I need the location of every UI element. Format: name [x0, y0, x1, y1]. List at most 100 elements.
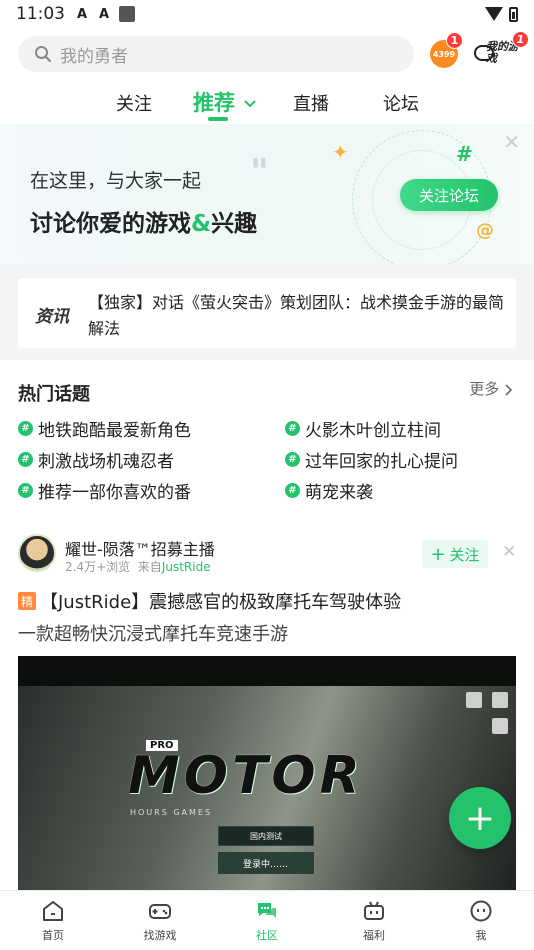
banner-line2-b: 兴趣 — [211, 211, 258, 237]
follow-author-button[interactable]: + 关注 — [422, 540, 488, 568]
hot-topic-item[interactable]: # 地铁跑酷最爱新角色 — [18, 416, 191, 441]
news-headline: 【独家】对话《萤火突击》策划团队：战术摸金手游的最简解法 — [88, 293, 505, 338]
post-views: 2.4万+浏览 — [65, 560, 131, 574]
tab-follow[interactable]: 关注 — [116, 90, 152, 116]
banner-line1: 在这里，与大家一起 — [30, 170, 202, 192]
app-notification-badge: 1 — [446, 32, 463, 49]
hot-topic-label: 过年回家的扎心提问 — [305, 452, 458, 472]
follow-label: 关注 — [449, 545, 480, 564]
post-video-thumbnail[interactable]: PRO MOTOR HOURS GAMES 国内测试 登录中…… — [18, 656, 516, 896]
news-tag: 资讯 — [35, 307, 69, 327]
post-title-text: 【JustRide】震撼感官的极致摩托车驾驶体验 — [40, 592, 402, 613]
at-decoration-icon: @ — [476, 220, 494, 241]
hot-topics-more-link[interactable]: 更多 — [469, 378, 514, 399]
chevron-down-icon — [244, 100, 257, 108]
nav-find-games[interactable]: 找游戏 — [125, 899, 195, 943]
quote-mark-decoration: " — [250, 152, 269, 193]
post-subtitle: 一款超畅快沉浸式摩托车竞速手游 — [18, 624, 288, 645]
banner-line2-a: 讨论你爱的游戏 — [30, 211, 191, 237]
nav-find-games-label: 找游戏 — [143, 929, 177, 942]
chevron-right-icon — [505, 383, 513, 396]
video-user-icon — [466, 692, 482, 708]
hot-topic-label: 火影木叶创立柱间 — [305, 421, 441, 441]
nav-welfare[interactable]: 福利 — [339, 899, 409, 943]
post-author-name[interactable]: 耀世-陨落™招募主播 — [65, 536, 215, 560]
hot-topic-label: 推荐一部你喜欢的番 — [38, 483, 191, 503]
bottom-nav: 首页 找游戏 社区 福利 我 — [0, 890, 534, 950]
post-dismiss-icon[interactable]: ✕ — [502, 542, 516, 562]
news-card[interactable]: 资讯 【独家】对话《萤火突击》策划团队：战术摸金手游的最简解法 — [18, 278, 516, 348]
nav-home[interactable]: 首页 — [18, 899, 88, 943]
notification-a2-icon: A — [98, 6, 110, 22]
create-post-button[interactable]: + — [449, 787, 511, 849]
hot-topic-label: 地铁跑酷最爱新角色 — [38, 421, 191, 441]
follow-forum-button[interactable]: 关注论坛 — [400, 179, 498, 211]
hot-topic-label: 刺激战场机魂忍者 — [38, 452, 174, 472]
nav-home-label: 首页 — [42, 929, 64, 942]
nav-community-label: 社区 — [256, 929, 278, 942]
app-logo-button[interactable]: 4399 1 — [430, 32, 463, 68]
hot-topic-item[interactable]: # 刺激战场机魂忍者 — [18, 447, 174, 472]
hot-topic-item[interactable]: # 萌宠来袭 — [285, 478, 373, 503]
community-icon — [258, 903, 276, 918]
my-games-badge: 1 — [512, 31, 529, 48]
video-login-box: 登录中…… — [218, 852, 314, 874]
status-bar: 11:03 A A — [0, 0, 534, 28]
tab-live[interactable]: 直播 — [293, 90, 329, 116]
gamepad-icon — [149, 904, 171, 919]
tab-forum[interactable]: 论坛 — [383, 90, 419, 116]
post-title[interactable]: 精 【JustRide】震撼感官的极致摩托车驾驶体验 — [18, 588, 401, 614]
nav-welfare-label: 福利 — [363, 929, 385, 942]
gamepad-decoration-icon: ✦ — [332, 140, 349, 164]
top-tabs: 关注 推荐 直播 论坛 — [0, 86, 534, 122]
hot-topics-title: 热门话题 — [18, 384, 90, 405]
battery-icon — [509, 6, 518, 22]
plus-icon: + — [430, 543, 446, 565]
banner-close-icon[interactable]: ✕ — [503, 130, 520, 154]
tab-active-indicator — [208, 117, 228, 121]
post-source-prefix: 来自 — [137, 560, 162, 574]
hashtag-icon: # — [285, 421, 300, 436]
nav-me-label: 我 — [475, 929, 487, 942]
hashtag-icon: # — [18, 483, 33, 498]
more-label: 更多 — [469, 380, 500, 398]
hashtag-decoration-icon: # — [456, 142, 473, 166]
banner-line2: 讨论你爱的游戏&兴趣 — [30, 204, 257, 238]
search-icon — [35, 46, 51, 62]
hashtag-icon: # — [18, 421, 33, 436]
forum-banner[interactable]: " 在这里，与大家一起 讨论你爱的游戏&兴趣 ✦ # @ 关注论坛 ✕ — [0, 124, 534, 264]
notification-a-icon: A — [76, 6, 88, 22]
post-meta: 2.4万+浏览 来自JustRide — [65, 558, 211, 575]
status-time: 11:03 — [16, 4, 65, 24]
tab-recommend[interactable]: 推荐 — [193, 87, 257, 117]
video-home-icon — [492, 692, 508, 708]
hashtag-icon: # — [285, 452, 300, 467]
hot-topic-item[interactable]: # 火影木叶创立柱间 — [285, 416, 441, 441]
profile-icon — [470, 900, 492, 922]
notification-square-icon — [119, 6, 135, 22]
hashtag-icon: # — [285, 483, 300, 498]
gift-icon — [364, 901, 384, 920]
post-source-link[interactable]: JustRide — [162, 560, 211, 574]
video-game-logo: MOTOR — [128, 746, 364, 806]
nav-community[interactable]: 社区 — [232, 899, 302, 943]
tab-recommend-label: 推荐 — [193, 91, 235, 115]
my-games-button[interactable]: 我的游戏 1 — [472, 31, 529, 69]
feed-card: 热门话题 更多 # 地铁跑酷最爱新角色 # 火影木叶创立柱间 # 刺激战场机魂忍者 #… — [0, 362, 534, 896]
avatar[interactable] — [18, 534, 56, 572]
wifi-icon — [485, 7, 503, 21]
search-row: 我的勇者 4399 1 我的游戏 1 — [18, 31, 529, 73]
hot-topic-item[interactable]: # 推荐一部你喜欢的番 — [18, 478, 191, 503]
featured-badge: 精 — [18, 592, 36, 610]
nav-me[interactable]: 我 — [446, 899, 516, 943]
banner-line2-amp: & — [191, 211, 212, 237]
gamepad-outline-icon — [474, 45, 494, 61]
video-overlay-box: 国内测试 — [218, 826, 314, 846]
hot-topic-item[interactable]: # 过年回家的扎心提问 — [285, 447, 458, 472]
hashtag-icon: # — [18, 452, 33, 467]
search-input[interactable]: 我的勇者 — [18, 36, 414, 72]
search-placeholder: 我的勇者 — [60, 46, 128, 67]
app-logo-text: 4399 — [432, 49, 456, 59]
hot-topic-label: 萌宠来袭 — [305, 483, 373, 503]
video-logo-sub: HOURS GAMES — [130, 808, 213, 817]
